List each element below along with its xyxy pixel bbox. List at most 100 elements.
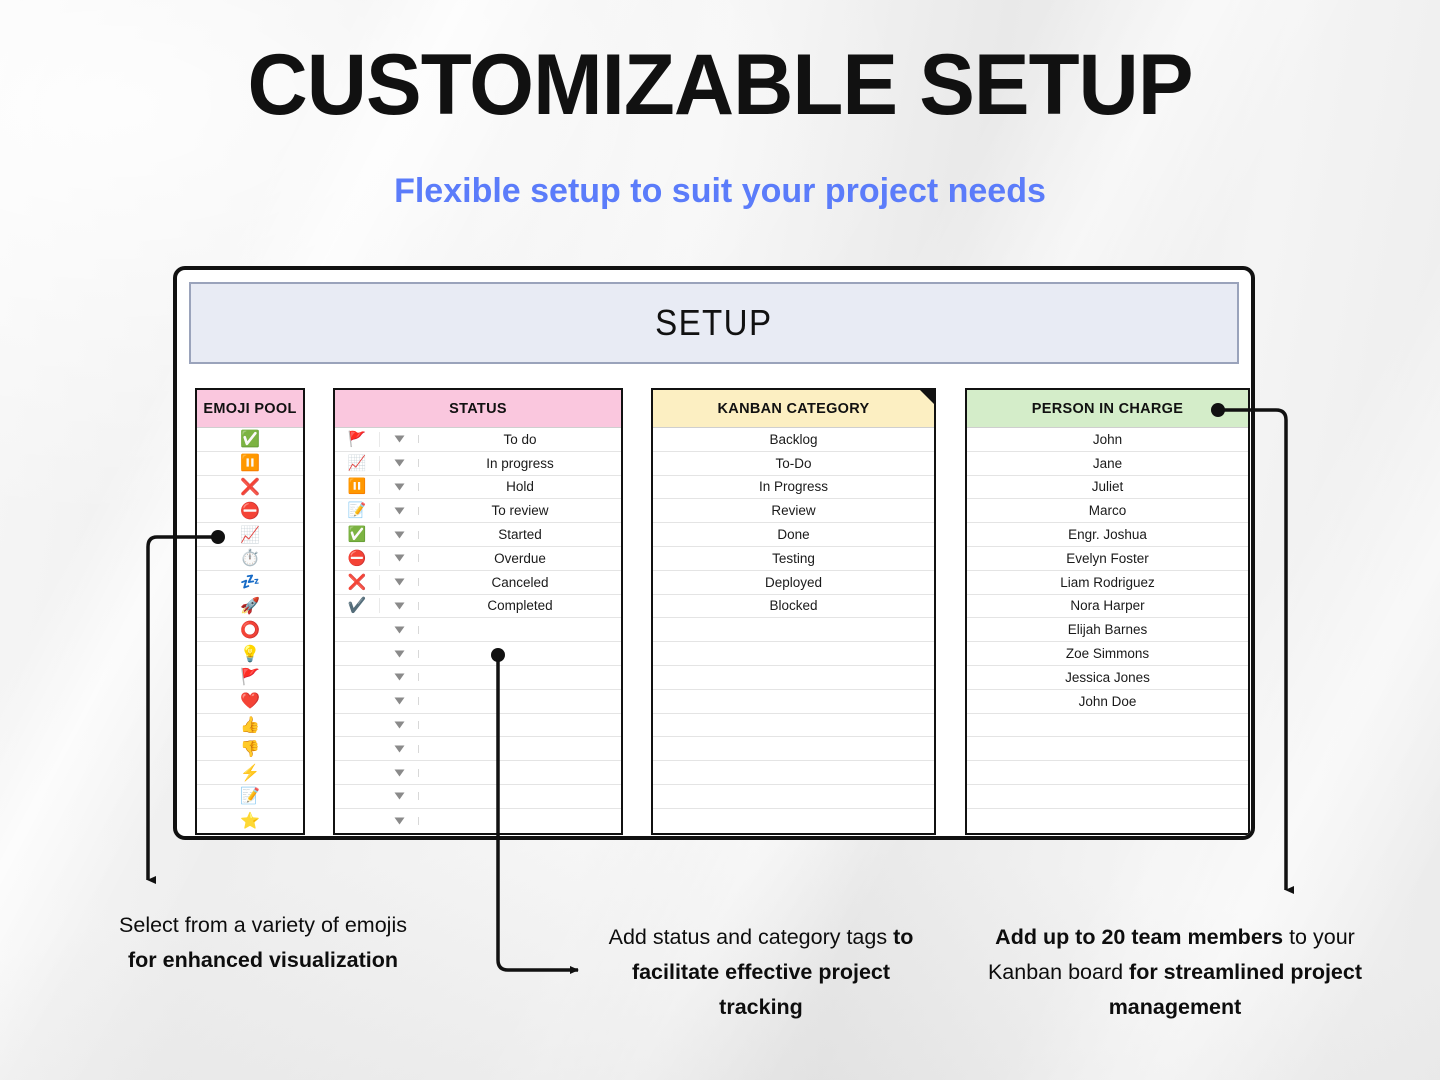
kanban-category-row[interactable] xyxy=(653,618,934,643)
emoji-pool-cell[interactable]: 📝 xyxy=(197,785,303,809)
column-person-in-charge: PERSON IN CHARGE John Jane Juliet Marco Engr… xyxy=(965,388,1250,835)
emoji-pool-cell[interactable]: ⏱️ xyxy=(197,547,303,571)
status-label[interactable]: Hold xyxy=(419,479,621,494)
emoji-pool-cell[interactable]: ❌ xyxy=(197,476,303,500)
dropdown-caret-icon[interactable] xyxy=(380,697,419,706)
no-entry-icon: ⛔ xyxy=(240,502,260,520)
person-in-charge-row[interactable]: Marco xyxy=(967,499,1248,524)
dropdown-caret-icon[interactable] xyxy=(380,673,419,682)
person-in-charge-row[interactable]: Jessica Jones xyxy=(967,666,1248,690)
person-in-charge-row[interactable]: Nora Harper xyxy=(967,595,1248,619)
kanban-category-row[interactable]: Backlog xyxy=(653,428,934,452)
person-in-charge-row[interactable] xyxy=(967,737,1248,762)
page-subtitle: Flexible setup to suit your project need… xyxy=(394,172,1046,210)
kanban-category-row[interactable] xyxy=(653,809,934,833)
status-label[interactable]: Canceled xyxy=(419,575,621,590)
kanban-category-row[interactable]: Done xyxy=(653,523,934,547)
columns-container: EMOJI POOL ✅ ⏸️ ❌ ⛔ 📈 ⏱️ 💤 🚀 ⭕ 💡 🚩 ❤️ 👍 👎 ⚡ 📝 ⭐ STATUS 🚩… xyxy=(185,388,1250,836)
dropdown-caret-icon[interactable] xyxy=(380,768,419,777)
dropdown-caret-icon[interactable] xyxy=(380,649,419,658)
status-row xyxy=(335,690,621,714)
person-in-charge-row[interactable] xyxy=(967,761,1248,785)
dropdown-caret-icon[interactable] xyxy=(380,482,419,491)
kanban-category-row[interactable]: Review xyxy=(653,499,934,524)
dropdown-caret-icon[interactable] xyxy=(380,459,419,468)
person-in-charge-row[interactable]: Zoe Simmons xyxy=(967,642,1248,666)
kanban-category-row[interactable]: Deployed xyxy=(653,571,934,595)
emoji-pool-cell[interactable]: ⭕ xyxy=(197,618,303,643)
column-header-status: STATUS xyxy=(335,390,621,428)
dropdown-caret-icon[interactable] xyxy=(380,601,419,610)
callout-left-bold: for enhanced visualization xyxy=(128,947,398,972)
status-rows: 🚩 To do 📈 In progress ⏸️ Hold 📝 To review ✅ Start… xyxy=(335,428,621,833)
kanban-category-row[interactable] xyxy=(653,737,934,762)
emoji-pool-cell[interactable]: ⭐ xyxy=(197,809,303,833)
check-mark-icon[interactable]: ✔️ xyxy=(335,598,380,614)
emoji-pool-cell[interactable]: 💤 xyxy=(197,571,303,595)
pause-button-icon[interactable]: ⏸️ xyxy=(335,479,380,495)
person-in-charge-row[interactable]: Elijah Barnes xyxy=(967,618,1248,643)
person-in-charge-row[interactable] xyxy=(967,785,1248,809)
status-label[interactable]: To review xyxy=(419,503,621,518)
kanban-category-row[interactable] xyxy=(653,642,934,666)
dropdown-caret-icon[interactable] xyxy=(380,578,419,587)
high-voltage-icon: ⚡ xyxy=(240,764,260,782)
callout-right-bold-2: for streamlined project management xyxy=(1108,959,1363,1019)
kanban-category-row[interactable] xyxy=(653,690,934,714)
person-in-charge-rows: John Jane Juliet Marco Engr. Joshua Evelyn Fo… xyxy=(967,428,1248,833)
status-row: ⏸️ Hold xyxy=(335,476,621,500)
memo-icon[interactable]: 📝 xyxy=(335,503,380,519)
emoji-pool-cell[interactable]: ⚡ xyxy=(197,761,303,785)
emoji-pool-cell[interactable]: ✅ xyxy=(197,428,303,452)
status-label[interactable]: Started xyxy=(419,527,621,542)
person-in-charge-row[interactable]: Jane xyxy=(967,452,1248,476)
emoji-pool-cell[interactable]: 👎 xyxy=(197,737,303,762)
check-mark-button-icon[interactable]: ✅ xyxy=(335,527,380,543)
emoji-pool-cell[interactable]: 🚀 xyxy=(197,595,303,619)
emoji-pool-cell[interactable]: 📈 xyxy=(197,523,303,547)
memo-icon: 📝 xyxy=(240,788,260,806)
kanban-category-row[interactable] xyxy=(653,714,934,738)
kanban-category-row[interactable]: In Progress xyxy=(653,476,934,500)
person-in-charge-row[interactable]: Liam Rodriguez xyxy=(967,571,1248,595)
emoji-pool-cell[interactable]: ⏸️ xyxy=(197,452,303,476)
kanban-category-row[interactable] xyxy=(653,785,934,809)
person-in-charge-row[interactable]: Engr. Joshua xyxy=(967,523,1248,547)
person-in-charge-row[interactable]: Evelyn Foster xyxy=(967,547,1248,571)
kanban-category-row[interactable]: Testing xyxy=(653,547,934,571)
dropdown-caret-icon[interactable] xyxy=(380,625,419,634)
kanban-category-row[interactable]: Blocked xyxy=(653,595,934,619)
column-header-person-in-charge: PERSON IN CHARGE xyxy=(967,390,1248,428)
dropdown-caret-icon[interactable] xyxy=(380,554,419,563)
kanban-category-row[interactable]: To-Do xyxy=(653,452,934,476)
person-in-charge-row[interactable]: Juliet xyxy=(967,476,1248,500)
status-label[interactable]: Completed xyxy=(419,598,621,613)
dropdown-caret-icon[interactable] xyxy=(380,744,419,753)
status-label[interactable]: Overdue xyxy=(419,551,621,566)
status-row xyxy=(335,809,621,833)
person-in-charge-row[interactable] xyxy=(967,809,1248,833)
dropdown-caret-icon[interactable] xyxy=(380,530,419,539)
dropdown-caret-icon[interactable] xyxy=(380,506,419,515)
triangular-flag-icon[interactable]: 🚩 xyxy=(335,431,380,447)
dropdown-caret-icon[interactable] xyxy=(380,720,419,729)
emoji-pool-cell[interactable]: ⛔ xyxy=(197,499,303,524)
dropdown-caret-icon[interactable] xyxy=(380,816,419,825)
status-row xyxy=(335,642,621,666)
status-label[interactable]: To do xyxy=(419,432,621,447)
status-label[interactable]: In progress xyxy=(419,456,621,471)
dropdown-caret-icon[interactable] xyxy=(380,792,419,801)
no-entry-icon[interactable]: ⛔ xyxy=(335,550,380,566)
emoji-pool-cell[interactable]: 🚩 xyxy=(197,666,303,690)
kanban-category-row[interactable] xyxy=(653,761,934,785)
person-in-charge-row[interactable]: John xyxy=(967,428,1248,452)
cross-mark-icon[interactable]: ❌ xyxy=(335,574,380,590)
dropdown-caret-icon[interactable] xyxy=(380,435,419,444)
emoji-pool-cell[interactable]: 💡 xyxy=(197,642,303,666)
person-in-charge-row[interactable]: John Doe xyxy=(967,690,1248,714)
emoji-pool-cell[interactable]: ❤️ xyxy=(197,690,303,714)
emoji-pool-cell[interactable]: 👍 xyxy=(197,714,303,738)
person-in-charge-row[interactable] xyxy=(967,714,1248,738)
kanban-category-row[interactable] xyxy=(653,666,934,690)
chart-increasing-icon[interactable]: 📈 xyxy=(335,455,380,471)
